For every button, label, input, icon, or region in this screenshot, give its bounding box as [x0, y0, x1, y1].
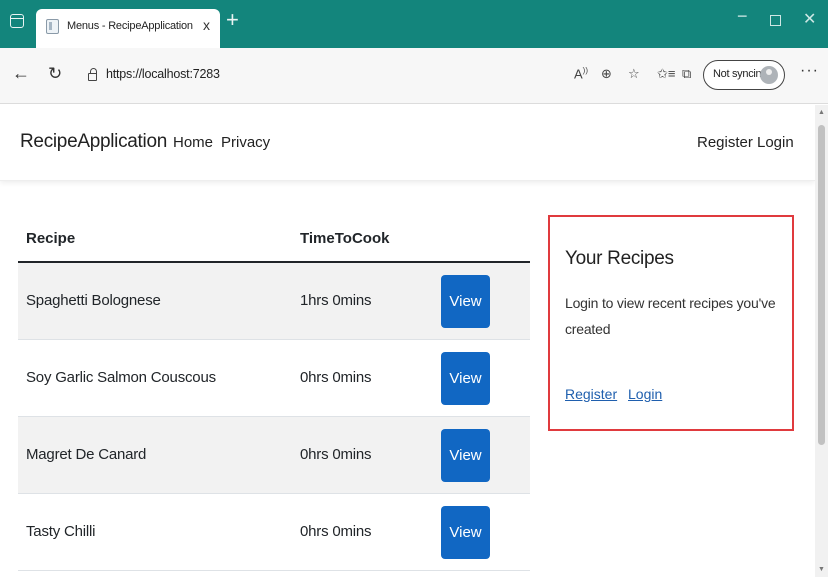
recipe-name: Spaghetti Bolognese	[26, 292, 161, 309]
tab-title: Menus - RecipeApplication	[67, 20, 193, 32]
scroll-down-arrow-icon[interactable]: ▼	[818, 566, 825, 573]
maximize-button[interactable]	[770, 15, 781, 26]
zoom-icon[interactable]: ⊕	[601, 66, 612, 82]
reload-icon[interactable]: ↻	[48, 64, 62, 84]
collections-icon[interactable]: ⧉	[682, 66, 691, 82]
favorites-icon[interactable]: ✩≡	[657, 66, 675, 82]
browser-tab[interactable]: Menus - RecipeApplication x	[36, 9, 220, 48]
profile-icon	[760, 66, 778, 84]
your-recipes-card: Your Recipes Login to view recent recipe…	[548, 215, 794, 431]
lock-icon[interactable]	[88, 68, 97, 81]
favicon-icon	[46, 19, 59, 34]
back-icon[interactable]: ←	[12, 63, 30, 84]
recipe-time: 0hrs 0mins	[300, 523, 372, 540]
card-title: Your Recipes	[565, 248, 674, 269]
page-scrollbar[interactable]: ▲ ▼	[815, 105, 828, 577]
address-bar-url[interactable]: https://localhost:7283	[106, 67, 220, 81]
browser-toolbar: ← ↻ https://localhost:7283 A)) ⊕ ☆ ✩≡ ⧉ …	[0, 48, 828, 104]
column-header-recipe: Recipe	[26, 230, 76, 247]
view-recipe-button[interactable]: View	[441, 429, 490, 482]
nav-privacy-link[interactable]: Privacy	[221, 134, 270, 151]
new-tab-button[interactable]: +	[226, 8, 239, 32]
table-row: Magret De Canard 0hrs 0mins View	[18, 417, 530, 494]
scrollbar-thumb[interactable]	[818, 125, 825, 445]
card-register-link[interactable]: Register	[565, 386, 617, 402]
table-row: Spaghetti Bolognese 1hrs 0mins View	[18, 263, 530, 340]
window-icon[interactable]	[10, 14, 24, 28]
recipe-time: 0hrs 0mins	[300, 369, 372, 386]
favorite-icon[interactable]: ☆	[628, 66, 640, 82]
recipe-name: Tasty Chilli	[26, 523, 96, 540]
view-recipe-button[interactable]: View	[441, 275, 490, 328]
recipe-time: 0hrs 0mins	[300, 446, 372, 463]
recipe-time: 1hrs 0mins	[300, 292, 372, 309]
card-login-link[interactable]: Login	[628, 386, 662, 402]
nav-home-link[interactable]: Home	[173, 134, 213, 151]
card-text: Login to view recent recipes you've crea…	[565, 295, 776, 337]
nav-login-link[interactable]: Login	[757, 134, 794, 151]
view-recipe-button[interactable]: View	[441, 506, 490, 559]
table-row: Tasty Chilli 0hrs 0mins View	[18, 494, 530, 571]
tab-close-button[interactable]: x	[203, 17, 210, 33]
site-navbar: RecipeApplication Home Privacy Register …	[0, 105, 815, 181]
table-row: Soy Garlic Salmon Couscous 0hrs 0mins Vi…	[18, 340, 530, 417]
scroll-up-arrow-icon[interactable]: ▲	[818, 109, 825, 116]
page-viewport: RecipeApplication Home Privacy Register …	[0, 105, 815, 577]
browser-title-bar: Menus - RecipeApplication x + − ✕	[0, 0, 828, 48]
recipe-name: Soy Garlic Salmon Couscous	[26, 369, 216, 386]
profile-sync-button[interactable]: Not syncing	[703, 60, 785, 90]
column-header-timetocook: TimeToCook	[300, 230, 390, 247]
view-recipe-button[interactable]: View	[441, 352, 490, 405]
minimize-button[interactable]: −	[737, 6, 748, 27]
read-aloud-icon[interactable]: A))	[574, 66, 588, 81]
site-brand-link[interactable]: RecipeApplication	[20, 131, 167, 153]
recipe-name: Magret De Canard	[26, 446, 147, 463]
nav-register-link[interactable]: Register	[697, 134, 753, 151]
close-window-button[interactable]: ✕	[803, 9, 816, 29]
more-menu-button[interactable]: ···	[800, 62, 819, 80]
